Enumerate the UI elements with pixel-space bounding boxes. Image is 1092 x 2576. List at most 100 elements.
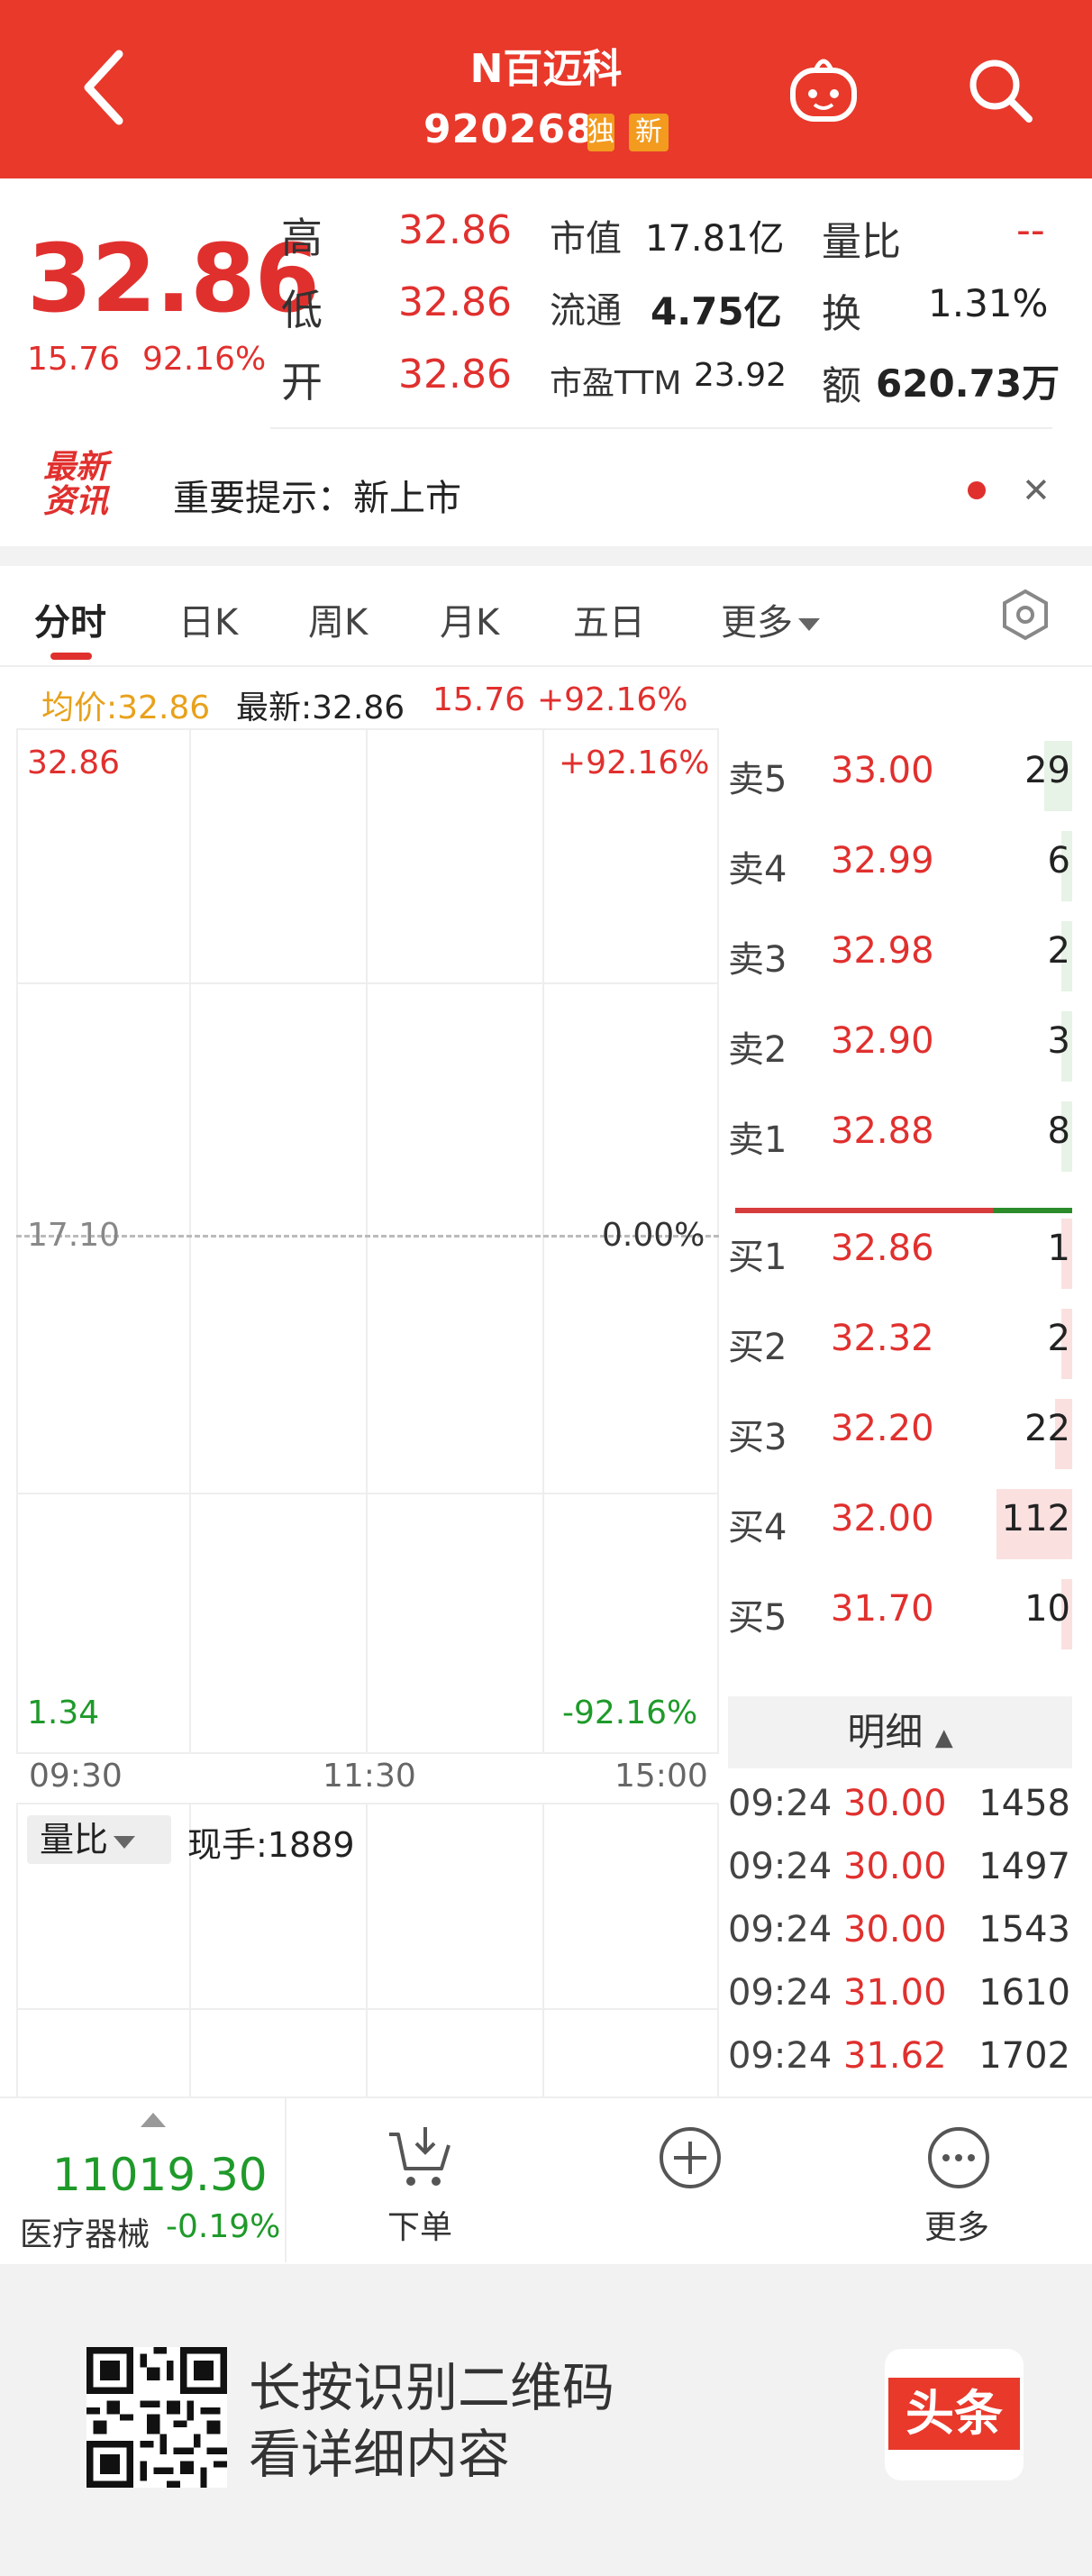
tab-more[interactable]: 更多 xyxy=(721,593,820,645)
x-tick-mid: 11:30 xyxy=(323,1758,416,1795)
add-icon[interactable] xyxy=(654,2122,726,2194)
detail-price: 31.62 xyxy=(843,2035,947,2077)
ask-level-label: 卖1 xyxy=(728,1119,787,1161)
grid-line xyxy=(16,2008,719,2010)
current-hand: 现手:1889 xyxy=(187,1825,355,1865)
indicator-select[interactable]: 量比 xyxy=(27,1815,171,1864)
ask-level-label: 卖4 xyxy=(728,849,787,891)
news-bar[interactable] xyxy=(0,429,1092,546)
bid-row-5[interactable]: 买5 31.70 10 xyxy=(728,1579,1072,1649)
ask-row-4[interactable]: 卖2 32.90 3 xyxy=(728,1011,1072,1082)
detail-volume: 1458 xyxy=(978,1783,1070,1824)
high-value: 32.86 xyxy=(398,207,512,253)
detail-price: 30.00 xyxy=(843,1846,947,1887)
open-value: 32.86 xyxy=(398,352,512,397)
settings-icon[interactable] xyxy=(998,588,1052,642)
detail-row: 09:24 30.00 1497 xyxy=(728,1839,1072,1896)
close-icon[interactable]: ✕ xyxy=(1022,470,1051,510)
bid-row-4[interactable]: 买4 32.00 112 xyxy=(728,1489,1072,1559)
grid-line xyxy=(717,1803,719,2096)
bid-volume: 10 xyxy=(1024,1588,1070,1630)
detail-row: 09:24 30.00 1458 xyxy=(728,1776,1072,1833)
y-top-pct: +92.16% xyxy=(559,744,710,781)
detail-header[interactable]: 明细 ▲ xyxy=(728,1696,1072,1768)
ask-volume: 2 xyxy=(1047,930,1070,972)
bid-row-3[interactable]: 买3 32.20 22 xyxy=(728,1399,1072,1469)
grid-line xyxy=(16,1803,18,2096)
grid-line xyxy=(366,1803,368,2096)
pe-value: 23.92 xyxy=(694,357,787,394)
detail-time: 09:24 xyxy=(728,1783,833,1824)
cart-icon[interactable] xyxy=(384,2122,456,2194)
ask-row-5[interactable]: 卖1 32.88 8 xyxy=(728,1101,1072,1172)
search-icon[interactable] xyxy=(966,56,1034,124)
y-bottom-price: 1.34 xyxy=(27,1694,100,1731)
ask-level-label: 卖3 xyxy=(728,939,787,981)
bid-price: 32.20 xyxy=(831,1408,934,1449)
ask-row-2[interactable]: 卖4 32.99 6 xyxy=(728,831,1072,901)
bid-price: 32.32 xyxy=(831,1318,934,1359)
ask-level-label: 卖2 xyxy=(728,1029,787,1071)
detail-volume: 1543 xyxy=(978,1909,1070,1950)
bid-price: 32.86 xyxy=(831,1228,934,1269)
ask-price: 32.88 xyxy=(831,1110,934,1152)
tab-intraday[interactable]: 分时 xyxy=(34,593,106,645)
ask-price: 33.00 xyxy=(831,750,934,791)
amount-label: 额 xyxy=(822,363,861,409)
bid-volume: 22 xyxy=(1024,1408,1070,1449)
turnover-label: 换 xyxy=(822,291,861,337)
y-top-price: 32.86 xyxy=(27,744,121,781)
ask-price: 32.98 xyxy=(831,930,934,972)
y-mid-price: 17.10 xyxy=(27,1217,121,1254)
detail-row: 09:24 31.00 1610 xyxy=(728,1965,1072,2023)
ask-price: 32.99 xyxy=(831,840,934,882)
news-text[interactable]: 重要提示：新上市 xyxy=(173,469,461,521)
vr-value: -- xyxy=(1016,207,1045,253)
detail-row: 09:24 31.62 1702 xyxy=(728,2028,1072,2086)
tab-five-day[interactable]: 五日 xyxy=(573,593,645,645)
news-logo-line2: 资讯 xyxy=(43,483,109,520)
latest-change: 15.76 xyxy=(432,681,526,718)
more-icon[interactable] xyxy=(923,2122,995,2194)
order-button[interactable]: 下单 xyxy=(387,2201,452,2248)
tab-weekly-k[interactable]: 周K xyxy=(308,593,368,645)
bid-row-1[interactable]: 买1 32.86 1 xyxy=(728,1219,1072,1289)
tab-monthly-k[interactable]: 月K xyxy=(440,593,499,645)
detail-price: 31.00 xyxy=(843,1972,947,2014)
grid-line xyxy=(542,1803,544,2096)
detail-volume: 1610 xyxy=(978,1972,1070,2014)
last-price: 32.86 xyxy=(27,224,320,333)
mktcap-label: 市值 xyxy=(550,218,622,260)
qr-code[interactable] xyxy=(86,2347,227,2488)
turnover-value: 1.31% xyxy=(928,281,1049,325)
price-change: 15.76 xyxy=(27,341,121,378)
tab-daily-k[interactable]: 日K xyxy=(178,593,238,645)
price-change-pct: 92.16% xyxy=(142,341,267,378)
ask-row-1[interactable]: 卖5 33.00 29 xyxy=(728,741,1072,811)
bid-level-label: 买3 xyxy=(728,1417,787,1458)
detail-time: 09:24 xyxy=(728,1846,833,1887)
bid-row-2[interactable]: 买2 32.32 2 xyxy=(728,1309,1072,1379)
bid-level-label: 买2 xyxy=(728,1327,787,1368)
expand-up-icon[interactable] xyxy=(141,2113,166,2127)
bid-volume: 112 xyxy=(1001,1498,1070,1539)
robot-icon[interactable] xyxy=(786,50,861,126)
avg-price: 均价:32.86 xyxy=(41,690,211,726)
ask-row-3[interactable]: 卖3 32.98 2 xyxy=(728,921,1072,991)
x-tick-open: 09:30 xyxy=(29,1758,123,1795)
y-bottom-pct: -92.16% xyxy=(562,1694,698,1731)
x-tick-close: 15:00 xyxy=(614,1758,708,1795)
detail-volume: 1702 xyxy=(978,2035,1070,2077)
ask-level-label: 卖5 xyxy=(728,759,787,800)
bid-level-label: 买4 xyxy=(728,1507,787,1548)
detail-volume: 1497 xyxy=(978,1846,1070,1887)
promo-line2: 看详细内容 xyxy=(249,2424,511,2485)
y-mid-pct: 0.00% xyxy=(602,1217,705,1254)
bid-price: 32.00 xyxy=(831,1498,934,1539)
grid-line xyxy=(16,1493,719,1494)
high-label: 高 xyxy=(281,214,323,262)
chevron-down-icon xyxy=(114,1835,136,1849)
grid-line xyxy=(542,728,544,1754)
more-button[interactable]: 更多 xyxy=(924,2201,989,2248)
promo-line1: 长按识别二维码 xyxy=(249,2357,615,2418)
